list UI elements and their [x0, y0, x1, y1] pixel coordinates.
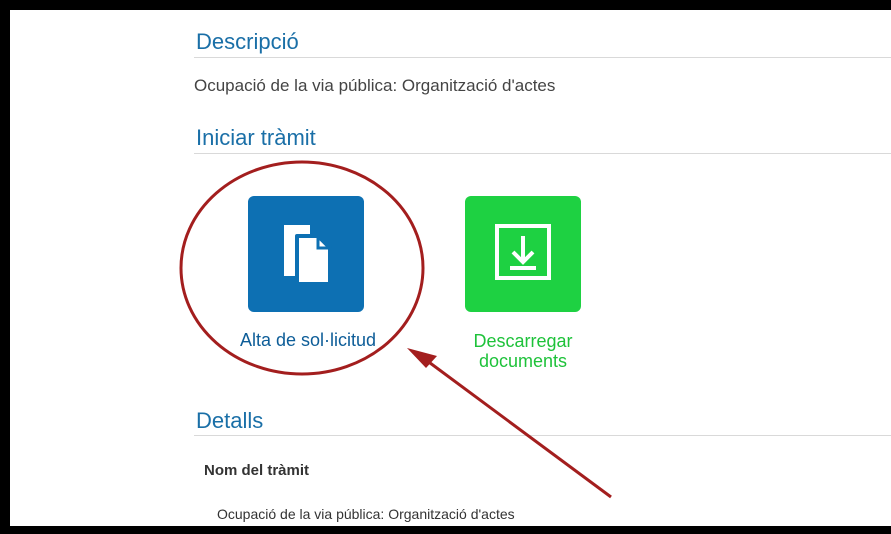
highlight-circle [179, 160, 425, 376]
pointer-arrow [407, 348, 612, 499]
page-frame: Descripció Ocupació de la via pública: O… [10, 10, 891, 526]
annotation-overlay [179, 160, 612, 499]
